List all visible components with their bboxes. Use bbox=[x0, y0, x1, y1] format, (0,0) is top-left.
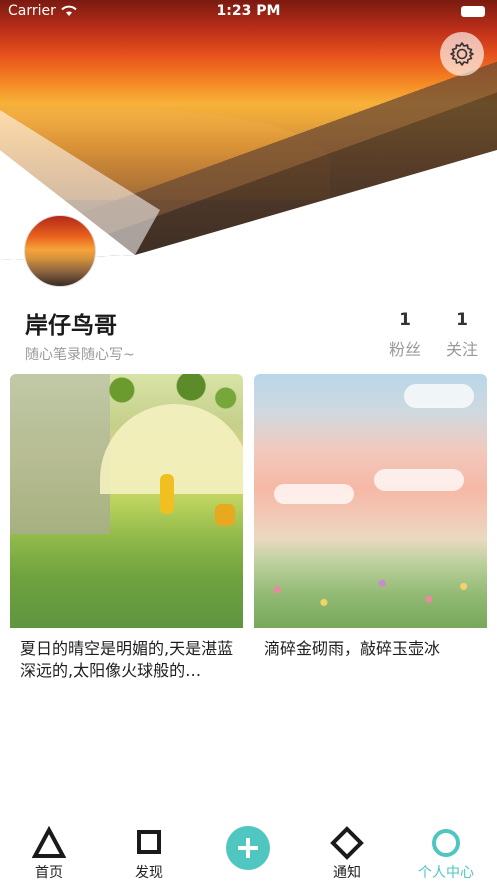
fans-stat[interactable]: 1 粉丝 bbox=[385, 310, 425, 360]
plus-icon bbox=[238, 838, 258, 858]
fans-label: 粉丝 bbox=[388, 340, 421, 359]
tab-notify[interactable]: 通知 bbox=[312, 826, 382, 882]
follow-stat[interactable]: 1 关注 bbox=[442, 310, 482, 360]
circle-icon bbox=[432, 829, 460, 857]
battery-icon bbox=[461, 6, 485, 17]
clock-label: 1:23 PM bbox=[216, 3, 281, 19]
avatar[interactable] bbox=[24, 215, 96, 287]
tab-profile[interactable]: 个人中心 bbox=[411, 826, 481, 882]
settings-button[interactable] bbox=[440, 32, 484, 76]
post-image bbox=[10, 374, 243, 628]
post-title: 滴碎金砌雨，敲碎玉壶冰 bbox=[264, 639, 441, 658]
signature: 随心笔录随心写~ bbox=[25, 347, 135, 363]
tab-home[interactable]: 首页 bbox=[14, 826, 84, 882]
add-post-button[interactable] bbox=[226, 826, 270, 870]
username: 岸仔鸟哥 bbox=[25, 313, 117, 339]
tab-label: 通知 bbox=[333, 865, 361, 881]
triangle-icon bbox=[32, 826, 66, 858]
post-image bbox=[254, 374, 487, 628]
follow-count: 1 bbox=[456, 310, 468, 330]
diamond-icon bbox=[330, 826, 364, 860]
post-card[interactable]: 滴碎金砌雨，敲碎玉壶冰 bbox=[254, 374, 487, 684]
follow-label: 关注 bbox=[445, 340, 478, 359]
post-card[interactable]: 夏日的晴空是明媚的,天是湛蓝深远的,太阳像火球般的… bbox=[10, 374, 243, 684]
status-bar: Carrier 1:23 PM bbox=[0, 0, 497, 24]
gear-icon bbox=[450, 42, 474, 66]
tab-label: 首页 bbox=[35, 865, 63, 881]
tab-label: 发现 bbox=[135, 865, 163, 881]
tab-discover[interactable]: 发现 bbox=[114, 826, 184, 882]
tab-label: 个人中心 bbox=[418, 865, 474, 881]
post-title: 夏日的晴空是明媚的,天是湛蓝深远的,太阳像火球般的… bbox=[20, 639, 234, 680]
square-icon bbox=[137, 830, 161, 854]
fans-count: 1 bbox=[399, 310, 411, 330]
